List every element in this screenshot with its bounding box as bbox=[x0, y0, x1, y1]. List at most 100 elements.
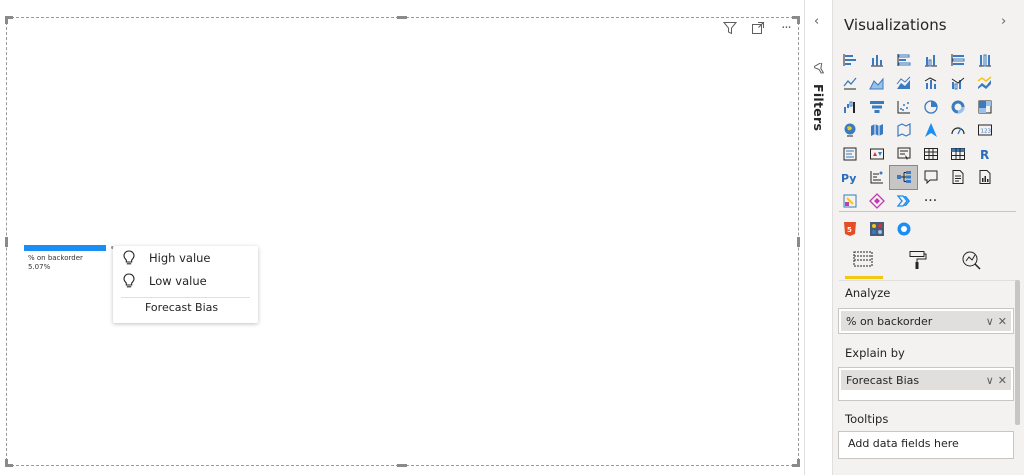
stacked-area-chart-icon[interactable] bbox=[890, 72, 917, 95]
qna-visual-icon[interactable] bbox=[917, 166, 944, 189]
power-automate-flow-icon[interactable] bbox=[890, 190, 917, 213]
explain-by-label: Explain by bbox=[845, 346, 905, 360]
explain-by-field-pill[interactable]: Forecast Bias ∨ ✕ bbox=[841, 370, 1011, 390]
resize-handle-top[interactable] bbox=[397, 16, 407, 19]
card-icon[interactable]: 123 bbox=[971, 119, 998, 142]
resize-handle-top-left-v[interactable] bbox=[5, 16, 8, 24]
line-and-stacked-column-chart-icon[interactable] bbox=[917, 72, 944, 95]
stacked-bar-chart-icon[interactable] bbox=[836, 48, 863, 71]
more-visuals-icon[interactable]: ··· bbox=[917, 190, 944, 213]
key-driver-bar[interactable] bbox=[24, 245, 106, 251]
gauge-icon[interactable] bbox=[944, 119, 971, 142]
custom-visuals-row: 5 bbox=[836, 217, 917, 240]
key-driver-label: % on backorder bbox=[28, 254, 83, 262]
filled-map-icon[interactable] bbox=[863, 119, 890, 142]
explain-by-field-well[interactable]: Forecast Bias ∨ ✕ bbox=[838, 367, 1014, 401]
remove-field-icon[interactable]: ✕ bbox=[998, 315, 1007, 328]
analyze-field-pill[interactable]: % on backorder ∨ ✕ bbox=[841, 311, 1011, 331]
chevron-down-icon[interactable]: ∨ bbox=[986, 315, 994, 328]
power-automate-icon[interactable] bbox=[863, 190, 890, 213]
expand-pane-chevron-icon[interactable]: › bbox=[1001, 14, 1006, 29]
filter-icon[interactable] bbox=[722, 20, 738, 36]
tabs-divider bbox=[839, 280, 1016, 281]
resize-handle-bottom-right-v[interactable] bbox=[797, 459, 800, 467]
azure-map-icon[interactable] bbox=[917, 119, 944, 142]
resize-handle-bottom[interactable] bbox=[397, 464, 407, 467]
power-apps-icon[interactable] bbox=[836, 190, 863, 213]
pane-scrollbar[interactable] bbox=[1015, 280, 1020, 425]
popup-item-low-value[interactable]: Low value bbox=[113, 270, 258, 292]
visualizations-title: Visualizations bbox=[844, 16, 947, 34]
line-chart-icon[interactable] bbox=[836, 72, 863, 95]
visualizations-pane: Visualizations › 123 R Py ··· 5 Analyze … bbox=[832, 0, 1024, 475]
key-influencers-visual[interactable] bbox=[6, 17, 799, 466]
kpi-icon[interactable] bbox=[863, 142, 890, 165]
tooltips-label: Tooltips bbox=[845, 412, 889, 426]
filters-pane-collapsed: ‹ Filters bbox=[804, 0, 832, 475]
scatter-chart-icon[interactable] bbox=[890, 95, 917, 118]
smart-narrative-icon[interactable] bbox=[944, 166, 971, 189]
pie-chart-icon[interactable] bbox=[917, 95, 944, 118]
100-stacked-column-chart-icon[interactable] bbox=[971, 48, 998, 71]
resize-handle-top-right-v[interactable] bbox=[797, 16, 800, 24]
slicer-icon[interactable] bbox=[890, 142, 917, 165]
lightbulb-icon bbox=[122, 250, 136, 266]
explain-by-field-name: Forecast Bias bbox=[846, 373, 920, 387]
active-tab-indicator bbox=[845, 276, 883, 279]
resize-handle-left[interactable] bbox=[5, 237, 8, 247]
ribbon-chart-icon[interactable] bbox=[971, 72, 998, 95]
focus-mode-icon[interactable] bbox=[750, 20, 766, 36]
waterfall-chart-icon[interactable] bbox=[836, 95, 863, 118]
clustered-column-chart-icon[interactable] bbox=[917, 48, 944, 71]
remove-field-icon[interactable]: ✕ bbox=[998, 374, 1007, 387]
key-influencers-icon[interactable] bbox=[863, 166, 890, 189]
tooltips-add-field-placeholder: Add data fields here bbox=[848, 437, 959, 450]
format-tab[interactable] bbox=[899, 250, 935, 280]
funnel-chart-icon[interactable] bbox=[863, 95, 890, 118]
resize-handle-bottom-left-v[interactable] bbox=[5, 459, 8, 467]
filters-label[interactable]: Filters bbox=[811, 84, 826, 131]
more-options-icon[interactable]: ··· bbox=[778, 20, 794, 36]
analyze-label: Analyze bbox=[845, 286, 891, 300]
line-and-clustered-column-chart-icon[interactable] bbox=[944, 72, 971, 95]
area-chart-icon[interactable] bbox=[863, 72, 890, 95]
report-canvas[interactable]: ··· % on backorder 5.07% High value Low … bbox=[0, 0, 804, 475]
custom-grid-visual-icon[interactable] bbox=[863, 217, 890, 240]
visual-types-grid: 123 R Py ··· bbox=[836, 48, 998, 213]
clustered-bar-chart-icon[interactable] bbox=[890, 48, 917, 71]
svg-text:123: 123 bbox=[980, 129, 991, 135]
paginated-report-icon[interactable] bbox=[971, 166, 998, 189]
r-script-visual-icon[interactable]: R bbox=[971, 142, 998, 165]
chevron-down-icon[interactable]: ∨ bbox=[986, 374, 994, 387]
100-stacked-bar-chart-icon[interactable] bbox=[944, 48, 971, 71]
collapse-filters-chevron-icon[interactable]: ‹ bbox=[814, 14, 819, 29]
treemap-icon[interactable] bbox=[971, 95, 998, 118]
table-icon[interactable] bbox=[917, 142, 944, 165]
python-visual-icon[interactable]: Py bbox=[836, 166, 863, 189]
donut-chart-icon[interactable] bbox=[944, 95, 971, 118]
analytics-tab[interactable] bbox=[953, 250, 989, 280]
explain-by-pill-actions: ∨ ✕ bbox=[986, 370, 1007, 390]
decomposition-tree-icon[interactable] bbox=[889, 164, 918, 190]
custom-visuals-divider bbox=[839, 211, 1016, 212]
popup-item-label: High value bbox=[149, 251, 211, 265]
popup-field-forecast-bias[interactable]: Forecast Bias bbox=[145, 301, 218, 314]
analytics-icon bbox=[960, 250, 982, 274]
shape-map-icon[interactable] bbox=[890, 119, 917, 142]
popup-item-high-value[interactable]: High value bbox=[113, 247, 258, 269]
filter-funnel-icon[interactable] bbox=[812, 60, 826, 79]
analyze-pill-actions: ∨ ✕ bbox=[986, 311, 1007, 331]
resize-handle-right[interactable] bbox=[797, 237, 800, 247]
analyze-field-well[interactable]: % on backorder ∨ ✕ bbox=[838, 308, 1014, 334]
key-driver-value: 5.07% bbox=[28, 263, 51, 271]
multi-row-card-icon[interactable] bbox=[836, 142, 863, 165]
tooltips-field-well[interactable]: Add data fields here bbox=[838, 431, 1014, 459]
custom-circle-visual-icon[interactable] bbox=[890, 217, 917, 240]
analyze-field-name: % on backorder bbox=[846, 314, 933, 328]
app-root: ··· % on backorder 5.07% High value Low … bbox=[0, 0, 1024, 475]
stacked-column-chart-icon[interactable] bbox=[863, 48, 890, 71]
matrix-icon[interactable] bbox=[944, 142, 971, 165]
map-icon[interactable] bbox=[836, 119, 863, 142]
key-influencer-popup: High value Low value Forecast Bias bbox=[113, 246, 258, 323]
html5-visual-icon[interactable]: 5 bbox=[836, 217, 863, 240]
